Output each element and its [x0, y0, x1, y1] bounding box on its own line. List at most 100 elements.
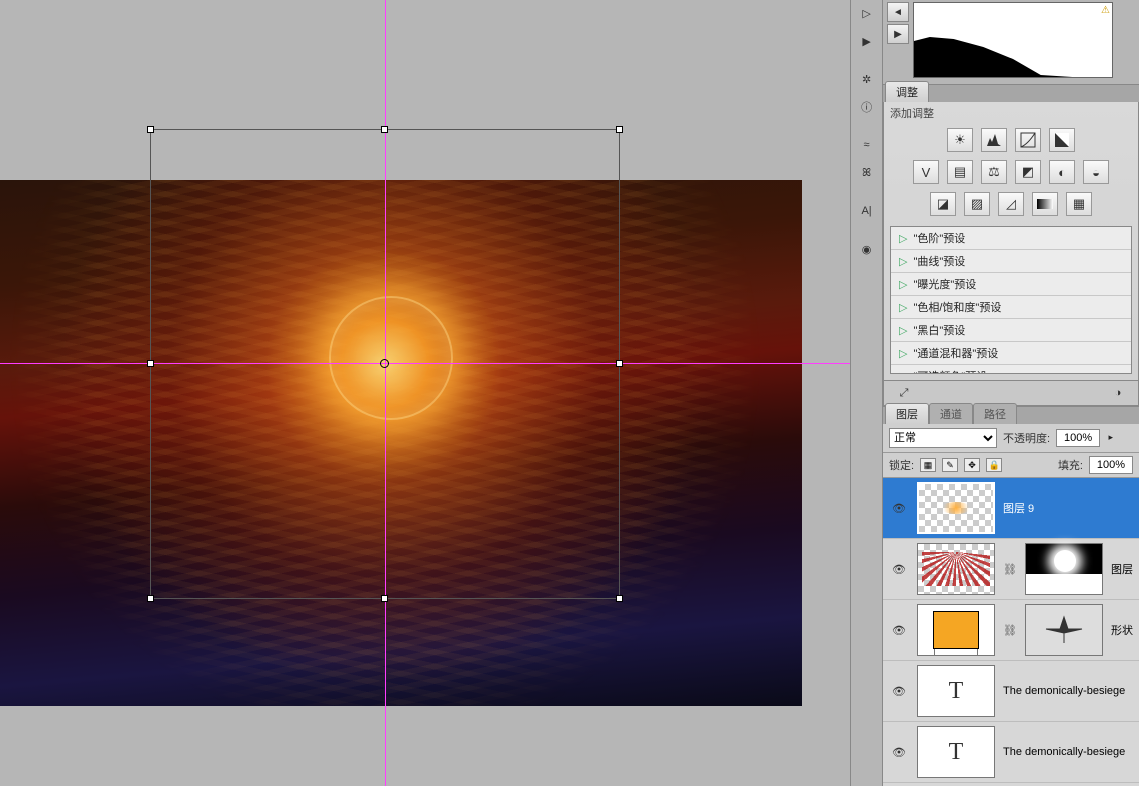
disclosure-icon: ▷ — [899, 255, 907, 268]
channel-mixer-icon[interactable]: ◒ — [1083, 160, 1109, 184]
fill-thumbnail[interactable] — [917, 604, 995, 656]
add-adjustment-label: 添加调整 — [884, 102, 1138, 124]
collapsed-dock: ▷ ▶ ✲ ⓘ ≈ ꕤ A| ◉ — [850, 0, 883, 786]
tab-paths[interactable]: 路径 — [973, 403, 1017, 424]
link-icon[interactable]: ⛓ — [1003, 563, 1017, 576]
black-white-icon[interactable]: ◩ — [1015, 160, 1041, 184]
histogram-prev-button[interactable]: ◄ — [887, 2, 909, 22]
play-filled-icon[interactable]: ▶ — [854, 30, 880, 52]
preset-label: "曲线"预设 — [913, 253, 965, 269]
posterize-icon[interactable]: ▨ — [964, 192, 990, 216]
preset-item[interactable]: ▷ "色相/饱和度"预设 — [891, 296, 1131, 319]
visibility-toggle[interactable]: 👁 — [889, 685, 909, 698]
disclosure-icon: ▷ — [899, 370, 907, 375]
fill-field[interactable]: 100% ▸ — [1089, 456, 1133, 474]
histogram-play-button[interactable]: ▶ — [887, 24, 909, 44]
character-icon[interactable]: A| — [854, 200, 880, 222]
transform-handle[interactable] — [616, 595, 623, 602]
invert-icon[interactable]: ◪ — [930, 192, 956, 216]
layer-row[interactable]: 👁 ⛓ 形状 — [883, 600, 1139, 661]
chevron-icon[interactable]: ▸ — [1109, 432, 1114, 443]
layer-name[interactable]: 图层 — [1111, 561, 1133, 577]
tab-layers[interactable]: 图层 — [885, 403, 929, 424]
blend-mode-select[interactable]: 正常 — [889, 428, 997, 448]
selective-color-icon[interactable]: ▦ — [1066, 192, 1092, 216]
transform-handle[interactable] — [616, 126, 623, 133]
visibility-toggle[interactable]: 👁 — [889, 624, 909, 637]
text-layer-thumbnail[interactable]: T — [917, 726, 995, 778]
layer-thumbnail[interactable] — [917, 543, 995, 595]
transform-handle[interactable] — [616, 360, 623, 367]
exposure-icon[interactable] — [1049, 128, 1075, 152]
curves-icon[interactable] — [1015, 128, 1041, 152]
preset-item[interactable]: ▷"黑白"预设 — [891, 319, 1131, 342]
threshold-icon[interactable]: ◿ — [998, 192, 1024, 216]
preset-label: "色相/饱和度"预设 — [913, 299, 1001, 315]
brightness-contrast-icon[interactable]: ☀ — [947, 128, 973, 152]
canvas-area[interactable] — [0, 0, 850, 786]
tab-adjustments[interactable]: 调整 — [885, 81, 929, 102]
adjustments-panel: 调整 添加调整 ☀ V ▤ ⚖ ◩ ◐ — [883, 84, 1139, 406]
visibility-toggle[interactable]: 👁 — [889, 502, 909, 515]
preset-item[interactable]: ▷"通道混和器"预设 — [891, 342, 1131, 365]
preset-item[interactable]: ▷ "色阶"预设 — [891, 227, 1131, 250]
layer-row[interactable]: 👁 图层 9 — [883, 478, 1139, 539]
visibility-toggle[interactable]: 👁 — [889, 746, 909, 759]
preset-item[interactable]: ▷ "可选颜色"预设 — [891, 365, 1131, 374]
vector-mask-thumbnail[interactable] — [1025, 604, 1103, 656]
text-icon: T — [949, 739, 964, 766]
link-icon[interactable]: ⛓ — [1003, 624, 1017, 637]
preset-label: "色阶"预设 — [913, 230, 965, 246]
transform-handle[interactable] — [381, 126, 388, 133]
levels-icon[interactable] — [981, 128, 1007, 152]
layer-name[interactable]: 图层 9 — [1003, 500, 1133, 516]
layer-name[interactable]: 形状 — [1111, 622, 1133, 638]
transform-handle[interactable] — [381, 595, 388, 602]
photo-filter-icon[interactable]: ◐ — [1049, 160, 1075, 184]
gradient-map-icon[interactable] — [1032, 192, 1058, 216]
lock-pixels-button[interactable]: ✎ — [942, 458, 958, 472]
tab-channels[interactable]: 通道 — [929, 403, 973, 424]
preset-label: "可选颜色"预设 — [913, 368, 987, 374]
layer-row[interactable]: 👁 T The demonically-besiege — [883, 661, 1139, 722]
lock-position-button[interactable]: ✥ — [964, 458, 980, 472]
hue-sat-icon[interactable]: ▤ — [947, 160, 973, 184]
levels-icon[interactable]: ≈ — [854, 134, 880, 156]
layer-name[interactable]: The demonically-besiege — [1003, 746, 1133, 758]
lock-label: 锁定: — [889, 457, 914, 473]
compass-icon[interactable]: ✲ — [854, 68, 880, 90]
lock-all-button[interactable]: 🔒 — [986, 458, 1002, 472]
preset-item[interactable]: ▷ "曲线"预设 — [891, 250, 1131, 273]
opacity-label: 不透明度: — [1003, 430, 1050, 446]
layer-row[interactable]: 👁 ⛓ 图层 — [883, 539, 1139, 600]
toggle-icon[interactable]: ◑ — [1108, 385, 1128, 401]
preset-item[interactable]: ▷ "曝光度"预设 — [891, 273, 1131, 296]
brush-icon[interactable]: ꕤ — [854, 162, 880, 184]
disclosure-icon: ▷ — [899, 232, 907, 245]
text-layer-thumbnail[interactable]: T — [917, 665, 995, 717]
camera-icon[interactable]: ◉ — [854, 238, 880, 260]
transform-handle[interactable] — [147, 595, 154, 602]
disclosure-icon: ▷ — [899, 278, 907, 291]
transform-handle[interactable] — [147, 360, 154, 367]
vibrance-icon[interactable]: V — [913, 160, 939, 184]
transform-pivot[interactable] — [380, 359, 389, 368]
layer-thumbnail[interactable] — [917, 482, 995, 534]
histogram-warning-icon[interactable]: ⚠ — [1101, 5, 1110, 16]
visibility-toggle[interactable]: 👁 — [889, 563, 909, 576]
transform-handle[interactable] — [147, 126, 154, 133]
info-icon[interactable]: ⓘ — [854, 96, 880, 118]
transform-bounding-box[interactable] — [150, 129, 620, 599]
layer-row[interactable]: 👁 T The demonically-besiege — [883, 722, 1139, 783]
layer-list[interactable]: 👁 图层 9 👁 ⛓ 图层 👁 ⛓ — [883, 478, 1139, 786]
play-icon[interactable]: ▷ — [854, 2, 880, 24]
layer-mask-thumbnail[interactable] — [1025, 543, 1103, 595]
adjustment-preset-list[interactable]: ▷ "色阶"预设 ▷ "曲线"预设 ▷ "曝光度"预设 ▷ "色相/饱和度"预设 ▷"黑… — [890, 226, 1132, 374]
lock-transparent-button[interactable]: ▦ — [920, 458, 936, 472]
preset-label: "曝光度"预设 — [913, 276, 976, 292]
disclosure-icon: ▷ — [899, 301, 907, 314]
expand-icon[interactable]: ⤢ — [894, 385, 914, 401]
layer-name[interactable]: The demonically-besiege — [1003, 685, 1133, 697]
color-balance-icon[interactable]: ⚖ — [981, 160, 1007, 184]
opacity-field[interactable]: 100% ▸ — [1056, 429, 1100, 447]
